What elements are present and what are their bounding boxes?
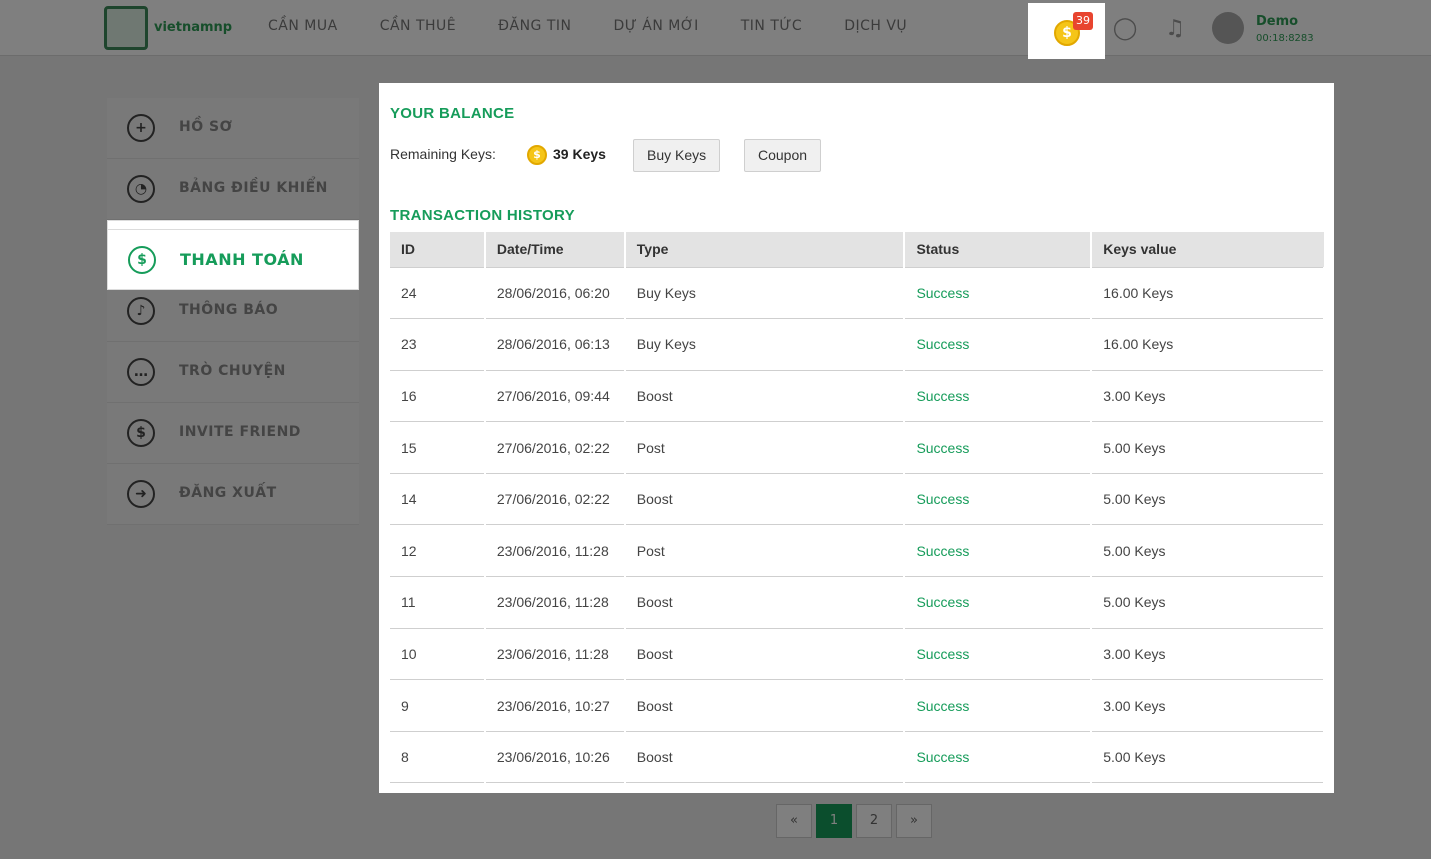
cell-id: 8 bbox=[390, 731, 486, 784]
cell-id: 23 bbox=[390, 318, 486, 371]
cell-id: 12 bbox=[390, 524, 486, 578]
cell-id: 11 bbox=[390, 576, 486, 629]
table-row: 16 27/06/2016, 09:44 Boost Success 3.00 Keys bbox=[390, 370, 1325, 423]
cell-id: 14 bbox=[390, 473, 486, 526]
cell-keys-value: 5.00 Keys bbox=[1091, 731, 1325, 784]
coupon-button[interactable]: Coupon bbox=[744, 139, 822, 172]
cell-id: 15 bbox=[390, 421, 486, 474]
cell-datetime: 27/06/2016, 02:22 bbox=[484, 421, 626, 474]
cell-type: Post bbox=[624, 421, 906, 474]
cell-status[interactable]: Success bbox=[904, 524, 1093, 578]
table-row: 10 23/06/2016, 11:28 Boost Success 3.00 Keys bbox=[390, 628, 1325, 681]
cell-type: Boost bbox=[624, 370, 906, 423]
cell-type: Boost bbox=[624, 731, 906, 784]
cell-id: 9 bbox=[390, 679, 486, 732]
cell-keys-value: 16.00 Keys bbox=[1091, 267, 1325, 320]
cell-datetime: 28/06/2016, 06:13 bbox=[484, 318, 626, 371]
cell-status[interactable]: Success bbox=[904, 318, 1093, 371]
table-row: 23 28/06/2016, 06:13 Buy Keys Success 16.00 … bbox=[390, 318, 1325, 371]
coin-count-badge: 39 bbox=[1073, 12, 1093, 30]
cell-datetime: 23/06/2016, 10:26 bbox=[484, 731, 626, 784]
cell-status[interactable]: Success bbox=[904, 370, 1093, 423]
dollar-icon: $ bbox=[128, 246, 156, 274]
cell-datetime: 27/06/2016, 02:22 bbox=[484, 473, 626, 526]
remaining-keys-label: Remaining Keys: bbox=[390, 146, 496, 162]
remaining-keys-value: 39 Keys bbox=[553, 146, 606, 162]
table-row: 14 27/06/2016, 02:22 Boost Success 5.00 Keys bbox=[390, 473, 1325, 526]
coin-icon: $ bbox=[527, 145, 547, 165]
cell-keys-value: 16.00 Keys bbox=[1091, 318, 1325, 371]
cell-status[interactable]: Success bbox=[904, 679, 1093, 732]
column-header-status: Status bbox=[904, 232, 1093, 268]
cell-status[interactable]: Success bbox=[904, 628, 1093, 681]
cell-datetime: 23/06/2016, 11:28 bbox=[484, 524, 626, 578]
coin-balance-button[interactable]: $ 39 bbox=[1028, 3, 1105, 59]
cell-id: 10 bbox=[390, 628, 486, 681]
cell-datetime: 27/06/2016, 09:44 bbox=[484, 370, 626, 423]
cell-keys-value: 5.00 Keys bbox=[1091, 576, 1325, 629]
cell-status[interactable]: Success bbox=[904, 576, 1093, 629]
table-row: 24 28/06/2016, 06:20 Buy Keys Success 16.00 … bbox=[390, 267, 1325, 320]
transaction-history-title: TRANSACTION HISTORY bbox=[390, 207, 575, 224]
transaction-table: ID Date/Time Type Status Keys value 24 28… bbox=[390, 232, 1325, 784]
table-row: 9 23/06/2016, 10:27 Boost Success 3.00 Keys bbox=[390, 679, 1325, 732]
sidebar-item-label: THANH TOÁN bbox=[180, 250, 304, 269]
cell-id: 24 bbox=[390, 267, 486, 320]
cell-status[interactable]: Success bbox=[904, 731, 1093, 784]
cell-datetime: 28/06/2016, 06:20 bbox=[484, 267, 626, 320]
sidebar-item-payment-highlight[interactable]: $ THANH TOÁN bbox=[107, 229, 359, 290]
table-row: 8 23/06/2016, 10:26 Boost Success 5.00 Keys bbox=[390, 731, 1325, 784]
sidebar-item-payment-active[interactable]: $ THANH TOÁN bbox=[107, 229, 359, 290]
cell-keys-value: 5.00 Keys bbox=[1091, 473, 1325, 526]
cell-type: Boost bbox=[624, 628, 906, 681]
balance-title: YOUR BALANCE bbox=[390, 105, 515, 122]
cell-type: Boost bbox=[624, 473, 906, 526]
table-row: 15 27/06/2016, 02:22 Post Success 5.00 Keys bbox=[390, 421, 1325, 474]
table-header: ID Date/Time Type Status Keys value bbox=[390, 232, 1324, 268]
cell-keys-value: 5.00 Keys bbox=[1091, 421, 1325, 474]
cell-id: 16 bbox=[390, 370, 486, 423]
cell-type: Post bbox=[624, 524, 906, 578]
cell-type: Boost bbox=[624, 576, 906, 629]
table-body: 24 28/06/2016, 06:20 Buy Keys Success 16.00 … bbox=[390, 267, 1325, 784]
buy-keys-button[interactable]: Buy Keys bbox=[633, 139, 721, 172]
cell-status[interactable]: Success bbox=[904, 267, 1093, 320]
column-header-datetime: Date/Time bbox=[484, 232, 626, 268]
table-row: 11 23/06/2016, 11:28 Boost Success 5.00 Keys bbox=[390, 576, 1325, 629]
column-header-id: ID bbox=[390, 232, 486, 268]
cell-keys-value: 3.00 Keys bbox=[1091, 628, 1325, 681]
cell-type: Buy Keys bbox=[624, 267, 906, 320]
table-row: 12 23/06/2016, 11:28 Post Success 5.00 Keys bbox=[390, 524, 1325, 578]
column-header-keys-value: Keys value bbox=[1091, 232, 1324, 268]
cell-keys-value: 3.00 Keys bbox=[1091, 679, 1325, 732]
column-header-type: Type bbox=[624, 232, 906, 268]
cell-type: Buy Keys bbox=[624, 318, 906, 371]
cell-datetime: 23/06/2016, 11:28 bbox=[484, 576, 626, 629]
cell-status[interactable]: Success bbox=[904, 421, 1093, 474]
cell-datetime: 23/06/2016, 10:27 bbox=[484, 679, 626, 732]
cell-keys-value: 3.00 Keys bbox=[1091, 370, 1325, 423]
cell-type: Boost bbox=[624, 679, 906, 732]
cell-datetime: 23/06/2016, 11:28 bbox=[484, 628, 626, 681]
cell-keys-value: 5.00 Keys bbox=[1091, 524, 1325, 578]
balance-panel: YOUR BALANCE Remaining Keys: $ 39 Keys B… bbox=[379, 83, 1334, 793]
cell-status[interactable]: Success bbox=[904, 473, 1093, 526]
